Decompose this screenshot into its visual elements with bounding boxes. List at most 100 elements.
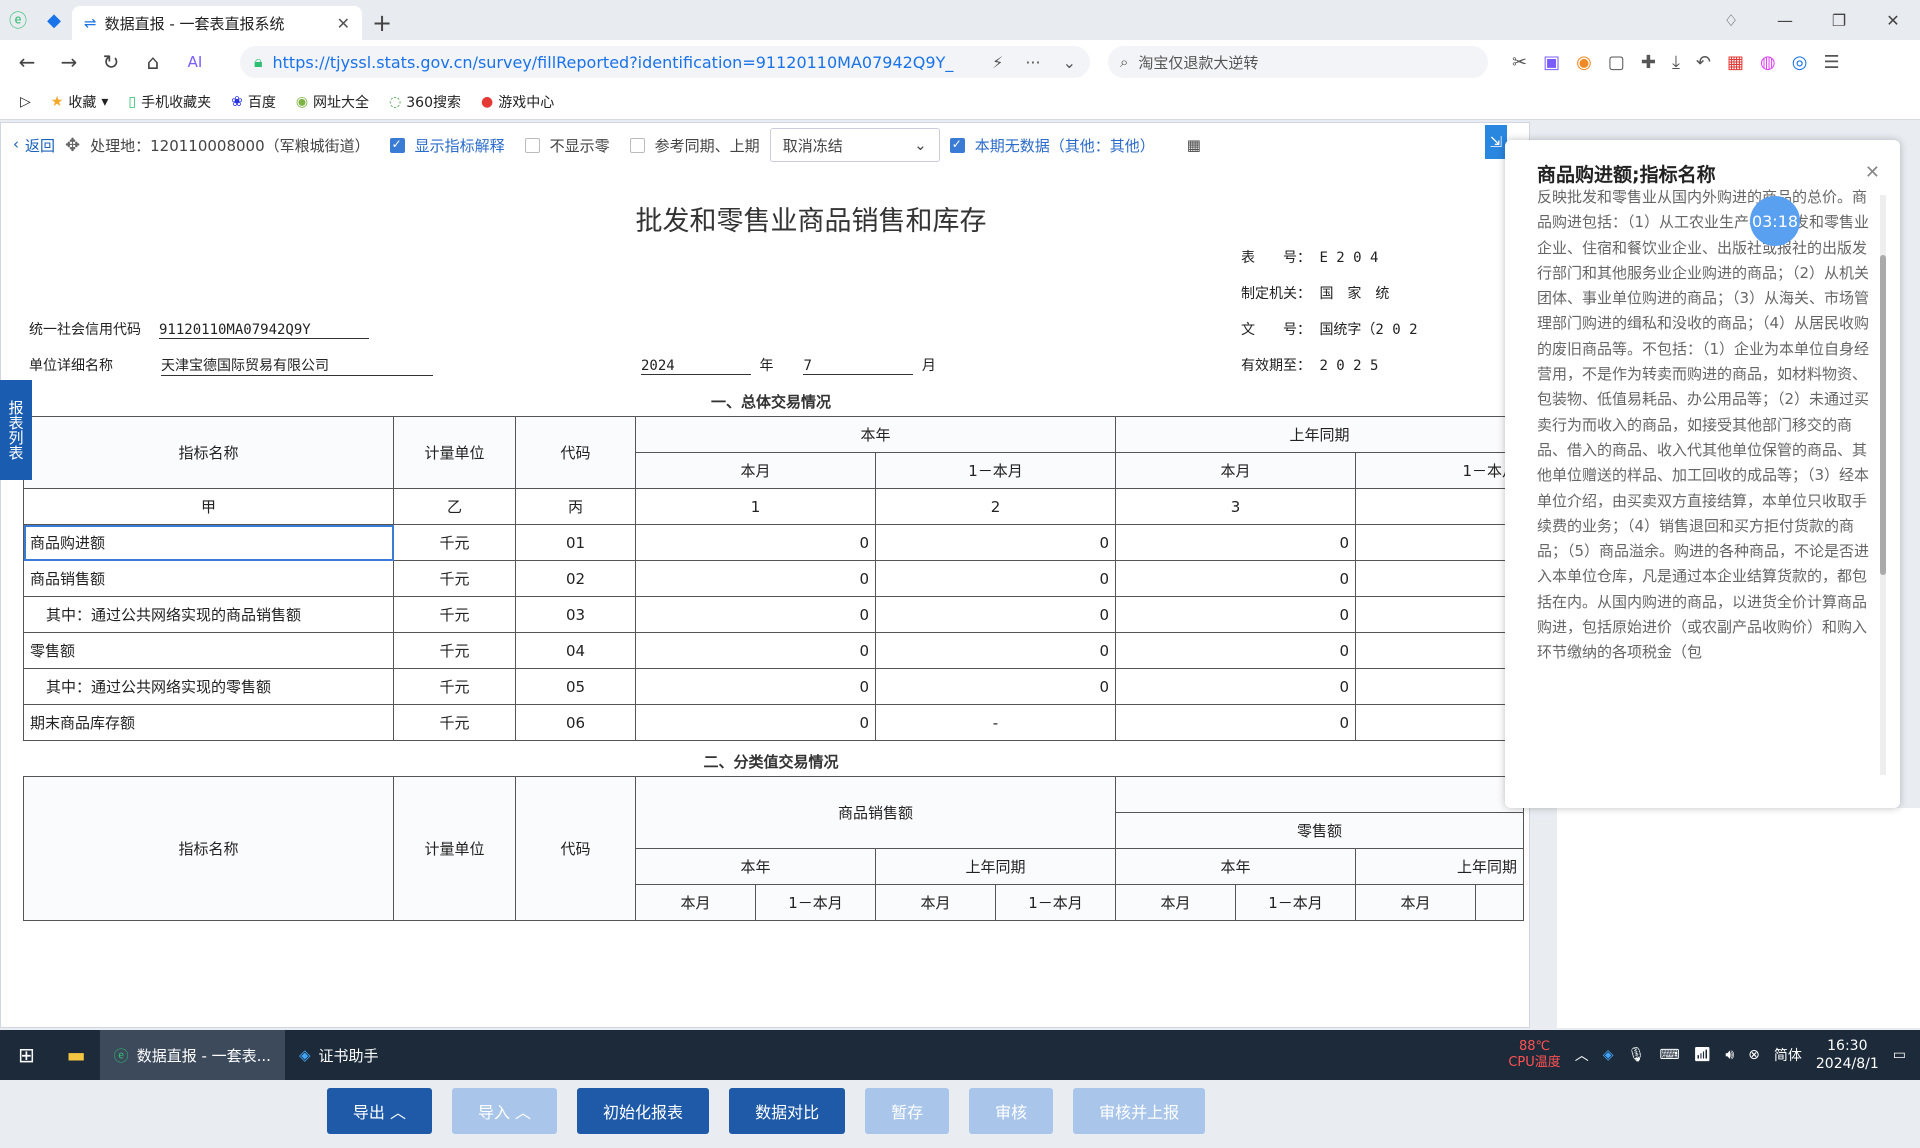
value-cell[interactable]: 0 <box>635 560 876 597</box>
year-field[interactable]: 2024 <box>641 358 751 375</box>
volume-icon[interactable]: 🔊︎ <box>1725 1047 1734 1063</box>
extension-icon[interactable]: ✚ <box>1641 52 1656 73</box>
import-button[interactable]: 导入 ︿ <box>451 1088 558 1134</box>
ref-period-checkbox[interactable] <box>629 137 645 153</box>
back-button[interactable]: ‹ 返回 <box>13 135 55 156</box>
value-cell[interactable]: 0 <box>1115 524 1357 561</box>
ime-label[interactable]: 简体 <box>1774 1045 1802 1065</box>
file-explorer-icon[interactable]: ▬ <box>53 1030 100 1080</box>
value-cell[interactable]: - <box>1355 704 1525 741</box>
browser-logo-icon[interactable]: ⓔ <box>0 0 36 40</box>
screenshot-icon[interactable]: ▢ <box>1608 52 1625 73</box>
row-name[interactable]: 商品销售额 <box>23 560 394 597</box>
value-cell[interactable]: 0 <box>635 596 876 633</box>
no-data-checkbox[interactable] <box>949 137 965 153</box>
value-cell[interactable]: 0 <box>1115 596 1357 633</box>
bookmark-baidu[interactable]: ❀ 百度 <box>231 92 276 112</box>
value-cell[interactable]: 0 <box>1115 704 1357 741</box>
credit-code-field[interactable]: 91120110MA07942Q9Y <box>159 322 369 339</box>
sidebar-toggle-icon[interactable]: ◆ <box>36 0 72 40</box>
audit-submit-button[interactable]: 审核并上报 <box>1073 1088 1206 1134</box>
popup-scrollbar[interactable] <box>1880 195 1886 775</box>
color-icon[interactable]: ◍ <box>1760 52 1776 73</box>
translate-icon[interactable]: ▣ <box>1543 52 1560 73</box>
close-icon[interactable]: ✕ <box>1865 162 1880 183</box>
lightning-icon[interactable]: ⚡︎ <box>992 53 1003 72</box>
row-name[interactable]: 零售额 <box>23 632 394 669</box>
notification-icon[interactable]: ▭ <box>1893 1047 1906 1063</box>
cut-icon[interactable]: ✂ <box>1512 52 1527 73</box>
value-cell[interactable]: 0 <box>1115 560 1357 597</box>
reload-icon[interactable]: ↻ <box>94 50 128 74</box>
minimize-icon[interactable]: — <box>1758 11 1812 30</box>
value-cell[interactable]: 0 <box>874 596 1117 633</box>
shirt-icon[interactable]: ♢ <box>1704 11 1758 30</box>
report-list-tab[interactable]: 报表列表 <box>0 380 32 480</box>
calculator-icon[interactable]: ▦ <box>1187 136 1201 154</box>
start-icon[interactable]: ⊞ <box>0 1030 53 1080</box>
more-icon[interactable]: ··· <box>1025 53 1040 72</box>
chevron-up-icon[interactable]: ︿ <box>1575 1045 1589 1065</box>
value-cell[interactable] <box>1355 668 1525 705</box>
audit-button[interactable]: 审核 <box>969 1088 1054 1134</box>
sync-icon[interactable]: ◎ <box>1792 52 1808 73</box>
clock[interactable]: 16:30 2024/8/1 <box>1816 1037 1879 1073</box>
ai-icon[interactable]: AI <box>178 53 212 71</box>
bookmark-360[interactable]: ◌ 360搜索 <box>389 92 461 112</box>
row-name[interactable]: 其中：通过公共网络实现的零售额 <box>23 668 394 705</box>
data-compare-button[interactable]: 数据对比 <box>729 1088 846 1134</box>
save-draft-button[interactable]: 暂存 <box>865 1088 950 1134</box>
bookmark-game[interactable]: ● 游戏中心 <box>481 92 554 112</box>
show-explain-checkbox[interactable] <box>389 137 405 153</box>
value-cell[interactable]: 0 <box>874 632 1117 669</box>
timer-badge[interactable]: 03:18 <box>1750 196 1800 246</box>
hide-zero-checkbox[interactable] <box>524 137 540 153</box>
keyboard-icon[interactable]: ⌨ <box>1659 1047 1679 1063</box>
tray-app-icon[interactable]: ◈ <box>1603 1047 1614 1063</box>
value-cell[interactable]: 0 <box>635 524 876 561</box>
tab-data-report[interactable]: ⇌ 数据直报 - 一套表直报系统 ✕ <box>72 6 362 40</box>
taskbar-browser[interactable]: ⓔ 数据直报 - 一套表... <box>99 1030 285 1080</box>
taskbar-cert[interactable]: ◈ 证书助手 <box>285 1030 393 1080</box>
menu-icon[interactable]: ☰ <box>1823 52 1839 73</box>
init-report-button[interactable]: 初始化报表 <box>577 1088 710 1134</box>
value-cell[interactable] <box>1355 596 1525 633</box>
bookmark-mobile[interactable]: ▯ 手机收藏夹 <box>128 92 211 112</box>
bookmark-favorites[interactable]: ★ 收藏 ▾ <box>51 92 109 112</box>
close-window-icon[interactable]: ✕ <box>1866 11 1920 30</box>
bookmark-hao[interactable]: ◉ 网址大全 <box>296 92 369 112</box>
row-name[interactable]: 期末商品库存额 <box>23 704 394 741</box>
home-icon[interactable]: ⌂ <box>136 50 170 74</box>
close-tab-icon[interactable]: ✕ <box>337 14 350 33</box>
download-icon[interactable]: ⤓ <box>1672 52 1680 73</box>
forward-icon[interactable]: → <box>52 50 86 74</box>
scrollbar-thumb[interactable] <box>1880 255 1886 575</box>
new-tab-button[interactable]: + <box>362 6 402 40</box>
value-cell[interactable]: 0 <box>635 668 876 705</box>
mic-icon[interactable]: 🎙︎ <box>1628 1047 1646 1063</box>
value-cell[interactable]: 0 <box>874 668 1117 705</box>
mute-icon[interactable]: ⊗ <box>1748 1047 1760 1063</box>
row-name[interactable]: 其中：通过公共网络实现的商品销售额 <box>23 596 394 633</box>
freeze-select[interactable]: 取消冻结 ⌄ <box>769 128 940 162</box>
value-cell[interactable]: 0 <box>635 632 876 669</box>
month-field[interactable]: 7 <box>803 358 914 375</box>
value-cell[interactable]: - <box>874 704 1117 741</box>
restore-icon[interactable]: ❐ <box>1812 11 1866 30</box>
address-bar[interactable]: 🔒︎ https://tjyssl.stats.gov.cn/survey/fi… <box>240 46 1090 78</box>
value-cell[interactable] <box>1355 632 1525 669</box>
row-name[interactable]: 商品购进额 <box>23 524 394 561</box>
value-cell[interactable]: 0 <box>874 524 1117 561</box>
expand-sidebar-icon[interactable]: ▷ <box>20 94 31 110</box>
value-cell[interactable] <box>1355 524 1525 561</box>
value-cell[interactable] <box>1355 560 1525 597</box>
value-cell[interactable]: 0 <box>1115 632 1357 669</box>
back-icon[interactable]: ← <box>10 50 44 74</box>
export-button[interactable]: 导出 ︿ <box>326 1088 432 1134</box>
value-cell[interactable]: 0 <box>874 560 1117 597</box>
undo-icon[interactable]: ↶ <box>1696 52 1711 73</box>
chevron-down-icon[interactable]: ⌄ <box>1063 53 1076 72</box>
value-cell[interactable]: 0 <box>1115 668 1357 705</box>
gift-icon[interactable]: ▦ <box>1727 52 1744 73</box>
unit-name-field[interactable]: 天津宝德国际贸易有限公司 <box>161 355 433 376</box>
